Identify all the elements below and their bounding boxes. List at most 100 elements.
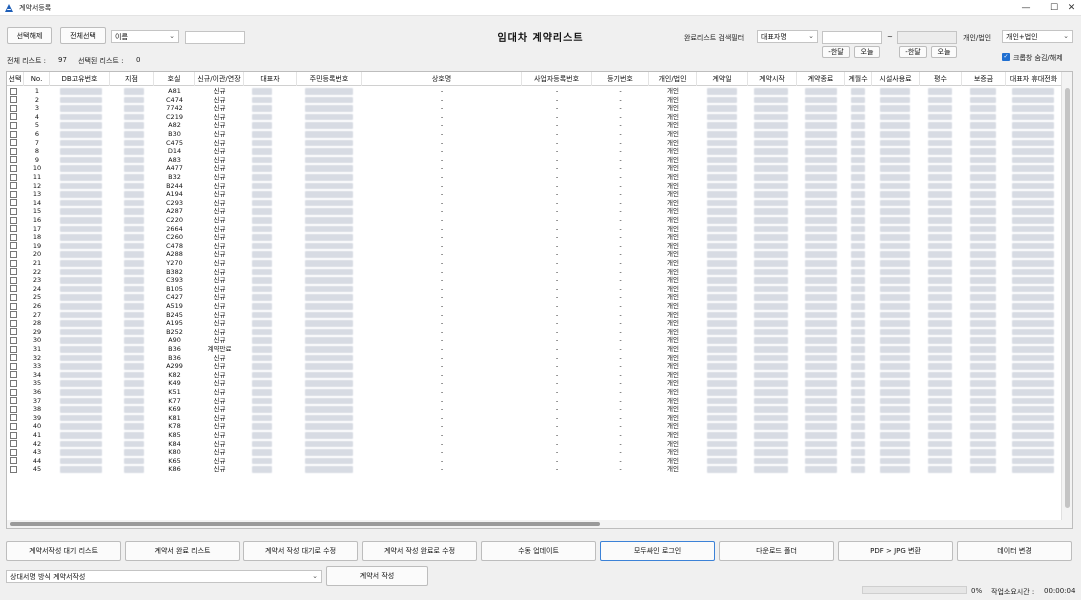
table-row[interactable]: 7 C475 신규 - - - 개인 [7, 139, 1062, 148]
table-row[interactable]: 3 7742 신규 - - - 개인 [7, 104, 1062, 113]
table-row[interactable]: 38 K69 신규 - - - 개인 [7, 405, 1062, 414]
table-row[interactable]: 18 C260 신규 - - - 개인 [7, 233, 1062, 242]
table-row[interactable]: 30 A90 신규 - - - 개인 [7, 336, 1062, 345]
row-select-checkbox[interactable] [10, 250, 17, 258]
column-header[interactable]: 선택 [7, 72, 24, 86]
table-row[interactable]: 11 B32 신규 - - - 개인 [7, 173, 1062, 182]
row-select-checkbox[interactable] [10, 293, 17, 301]
row-select-checkbox[interactable] [10, 311, 17, 319]
row-select-checkbox[interactable] [10, 328, 17, 336]
row-select-checkbox[interactable] [10, 422, 17, 430]
row-select-checkbox[interactable] [10, 268, 17, 276]
table-row[interactable]: 23 C393 신규 - - - 개인 [7, 276, 1062, 285]
close-button[interactable]: ✕ [1062, 0, 1081, 16]
column-header[interactable]: 계약일 [697, 72, 748, 86]
row-select-checkbox[interactable] [10, 225, 17, 233]
column-header[interactable]: 계약시작 [748, 72, 797, 86]
row-select-checkbox[interactable] [10, 397, 17, 405]
column-header[interactable]: 호실 [154, 72, 195, 86]
row-select-checkbox[interactable] [10, 414, 17, 422]
column-header[interactable]: 대표자 휴대전화 [1006, 72, 1062, 86]
table-row[interactable]: 17 2664 신규 - - - 개인 [7, 225, 1062, 234]
table-row[interactable]: 45 K86 신규 - - - 개인 [7, 465, 1062, 474]
template-select[interactable]: 상대서명 방식 계약서작성 ⌄ [6, 570, 322, 583]
column-header[interactable]: 대표자 [244, 72, 297, 86]
table-row[interactable]: 43 K80 신규 - - - 개인 [7, 448, 1062, 457]
row-select-checkbox[interactable] [10, 405, 17, 413]
table-row[interactable]: 44 K65 신규 - - - 개인 [7, 457, 1062, 466]
table-row[interactable]: 13 A194 신규 - - - 개인 [7, 190, 1062, 199]
row-select-checkbox[interactable] [10, 113, 17, 121]
table-row[interactable]: 33 A299 신규 - - - 개인 [7, 362, 1062, 371]
table-row[interactable]: 42 K84 신규 - - - 개인 [7, 440, 1062, 449]
table-row[interactable]: 27 B245 신규 - - - 개인 [7, 311, 1062, 320]
action-button-8[interactable]: PDF > JPG 변환 [838, 541, 953, 561]
table-row[interactable]: 24 B105 신규 - - - 개인 [7, 285, 1062, 294]
table-row[interactable]: 10 A477 신규 - - - 개인 [7, 164, 1062, 173]
row-select-checkbox[interactable] [10, 190, 17, 198]
table-row[interactable]: 39 K81 신규 - - - 개인 [7, 414, 1062, 423]
row-select-checkbox[interactable] [10, 104, 17, 112]
action-button-6[interactable]: 모두싸인 로그인 [600, 541, 715, 561]
row-select-checkbox[interactable] [10, 336, 17, 344]
table-row[interactable]: 41 K85 신규 - - - 개인 [7, 431, 1062, 440]
write-contract-button[interactable]: 계약서 작성 [326, 566, 428, 586]
column-header[interactable]: 신규/이관/연장 [195, 72, 244, 86]
table-row[interactable]: 12 B244 신규 - - - 개인 [7, 182, 1062, 191]
column-header[interactable]: 사업자등록번호 [522, 72, 592, 86]
column-header[interactable]: 개인/법인 [649, 72, 697, 86]
date-to-input[interactable] [897, 31, 957, 44]
table-row[interactable]: 25 C427 신규 - - - 개인 [7, 293, 1062, 302]
table-row[interactable]: 8 D14 신규 - - - 개인 [7, 147, 1062, 156]
table-row[interactable]: 28 A195 신규 - - - 개인 [7, 319, 1062, 328]
row-select-checkbox[interactable] [10, 431, 17, 439]
row-select-checkbox[interactable] [10, 448, 17, 456]
table-row[interactable]: 31 B36 계약만료 - - - 개인 [7, 345, 1062, 354]
column-header[interactable]: 지점 [110, 72, 154, 86]
row-select-checkbox[interactable] [10, 388, 17, 396]
row-select-checkbox[interactable] [10, 354, 17, 362]
table-row[interactable]: 5 A82 신규 - - - 개인 [7, 121, 1062, 130]
row-select-checkbox[interactable] [10, 302, 17, 310]
row-select-checkbox[interactable] [10, 139, 17, 147]
action-button-2[interactable]: 계약서 완료 리스트 [125, 541, 240, 561]
table-row[interactable]: 20 A288 신규 - - - 개인 [7, 250, 1062, 259]
horizontal-scrollbar[interactable] [7, 520, 1062, 528]
row-select-checkbox[interactable] [10, 96, 17, 104]
row-select-checkbox[interactable] [10, 362, 17, 370]
column-header[interactable]: 보증금 [962, 72, 1006, 86]
last-month-from-button[interactable]: -한달 [822, 46, 850, 58]
row-select-checkbox[interactable] [10, 173, 17, 181]
row-select-checkbox[interactable] [10, 379, 17, 387]
table-row[interactable]: 26 A519 신규 - - - 개인 [7, 302, 1062, 311]
vertical-scrollbar[interactable] [1061, 72, 1072, 528]
table-row[interactable]: 32 B36 신규 - - - 개인 [7, 354, 1062, 363]
table-row[interactable]: 15 A287 신규 - - - 개인 [7, 207, 1062, 216]
row-select-checkbox[interactable] [10, 345, 17, 353]
vertical-scroll-thumb[interactable] [1065, 88, 1070, 508]
action-button-5[interactable]: 수동 업데이트 [481, 541, 596, 561]
column-header[interactable]: 시설사용료 [872, 72, 920, 86]
column-header[interactable]: 평수 [920, 72, 962, 86]
row-select-checkbox[interactable] [10, 207, 17, 215]
row-select-checkbox[interactable] [10, 147, 17, 155]
row-select-checkbox[interactable] [10, 465, 17, 473]
today-to-button[interactable]: 오늘 [931, 46, 957, 58]
column-header[interactable]: No. [24, 72, 50, 86]
column-header[interactable]: 주민등록번호 [297, 72, 362, 86]
table-row[interactable]: 40 K78 신규 - - - 개인 [7, 422, 1062, 431]
table-row[interactable]: 21 Y270 신규 - - - 개인 [7, 259, 1062, 268]
row-select-checkbox[interactable] [10, 285, 17, 293]
filter-select[interactable]: 대표자명 ⌄ [757, 30, 818, 43]
row-select-checkbox[interactable] [10, 233, 17, 241]
person-corp-select[interactable]: 개인+법인 ⌄ [1002, 30, 1073, 43]
table-row[interactable]: 29 B252 신규 - - - 개인 [7, 328, 1062, 337]
table-row[interactable]: 34 K82 신규 - - - 개인 [7, 371, 1062, 380]
row-select-checkbox[interactable] [10, 121, 17, 129]
table-row[interactable]: 22 B382 신규 - - - 개인 [7, 268, 1062, 277]
row-select-checkbox[interactable] [10, 259, 17, 267]
table-row[interactable]: 14 C293 신규 - - - 개인 [7, 199, 1062, 208]
row-select-checkbox[interactable] [10, 164, 17, 172]
table-row[interactable]: 4 C219 신규 - - - 개인 [7, 113, 1062, 122]
table-row[interactable]: 2 C474 신규 - - - 개인 [7, 96, 1062, 105]
